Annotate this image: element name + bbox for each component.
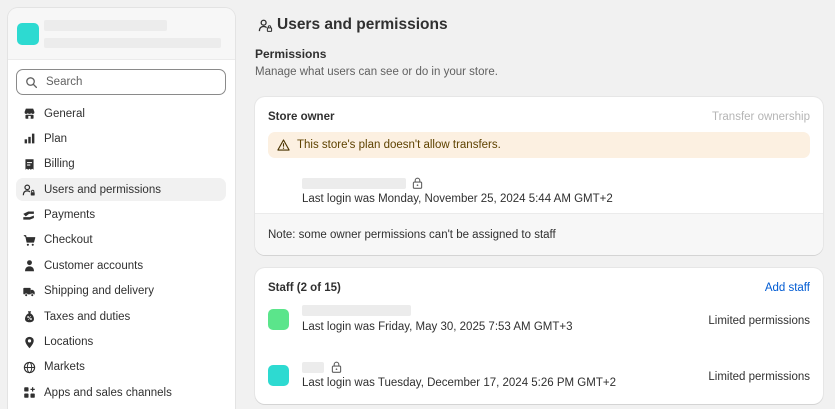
search-placeholder: Search <box>46 76 83 88</box>
staff-avatar <box>268 365 289 386</box>
cart-icon <box>22 233 36 247</box>
sidebar-item-label: Customer accounts <box>44 259 144 272</box>
sidebar-item-label: Locations <box>44 336 94 349</box>
page-title-text: Users and permissions <box>277 16 448 33</box>
sidebar-item-taxes-and-duties[interactable]: % Taxes and duties <box>16 305 226 328</box>
sidebar-item-payments[interactable]: Payments <box>16 204 226 227</box>
page-title: Users and permissions <box>258 16 448 34</box>
person-icon <box>22 259 36 273</box>
svg-text:%: % <box>27 316 32 322</box>
staff-avatar <box>268 309 289 330</box>
staff-name-redacted <box>302 362 324 373</box>
sidebar-item-checkout[interactable]: Checkout <box>16 229 226 252</box>
section-title: Permissions <box>255 47 327 61</box>
sidebar-item-users-and-permissions[interactable]: Users and permissions <box>16 178 226 202</box>
section-description: Manage what users can see or do in your … <box>255 66 498 78</box>
settings-nav: General Plan Billing Users and permissio… <box>16 102 226 407</box>
staff-last-login: Last login was Tuesday, December 17, 202… <box>302 377 616 389</box>
card-title: Store owner <box>268 111 335 123</box>
sidebar-item-general[interactable]: General <box>16 102 226 125</box>
sidebar-item-apps-and-sales-channels[interactable]: Apps and sales channels <box>16 381 226 404</box>
staff-card: Staff (2 of 15) Add staff Last login was… <box>255 268 823 404</box>
sidebar-item-label: Payments <box>44 209 96 222</box>
sidebar-item-label: Shipping and delivery <box>44 285 154 298</box>
sidebar-item-locations[interactable]: Locations <box>16 331 226 354</box>
sidebar-item-plan[interactable]: Plan <box>16 127 226 150</box>
warning-text: This store's plan doesn't allow transfer… <box>297 139 501 151</box>
payments-icon <box>22 208 36 222</box>
plan-icon <box>22 132 36 146</box>
search-icon <box>26 76 38 88</box>
apps-icon <box>22 386 36 400</box>
store-avatar <box>17 23 39 45</box>
lock-icon <box>412 177 423 189</box>
sidebar-item-shipping-and-delivery[interactable]: Shipping and delivery <box>16 280 226 303</box>
staff-permissions: Limited permissions <box>708 315 810 327</box>
sidebar-item-label: Plan <box>44 132 68 145</box>
billing-icon <box>22 157 36 171</box>
truck-icon <box>22 284 36 298</box>
sidebar-item-label: Apps and sales channels <box>44 386 172 399</box>
sidebar-item-label: Taxes and duties <box>44 310 131 323</box>
owner-last-login: Last login was Monday, November 25, 2024… <box>302 193 613 205</box>
staff-row[interactable]: Last login was Friday, May 30, 2025 7:53… <box>268 305 810 341</box>
globe-icon <box>22 360 36 374</box>
transfer-ownership-button[interactable]: Transfer ownership <box>712 111 810 123</box>
search-input[interactable]: Search <box>16 69 226 95</box>
users-icon <box>258 18 273 33</box>
taxes-icon: % <box>22 310 36 324</box>
main-content: Users and permissions Permissions Manage… <box>255 0 835 409</box>
store-name-redacted <box>44 20 167 31</box>
staff-permissions: Limited permissions <box>708 371 810 383</box>
store-url-redacted <box>44 38 221 48</box>
sidebar-item-customer-accounts[interactable]: Customer accounts <box>16 254 226 277</box>
location-icon <box>22 335 36 349</box>
sidebar-item-label: Markets <box>44 361 85 374</box>
owner-row[interactable]: Last login was Monday, November 25, 2024… <box>302 177 613 205</box>
sidebar-item-label: General <box>44 107 85 120</box>
staff-name-redacted <box>302 305 411 316</box>
warning-banner: This store's plan doesn't allow transfer… <box>268 132 810 158</box>
staff-row[interactable]: Last login was Tuesday, December 17, 202… <box>268 361 810 397</box>
sidebar-item-label: Users and permissions <box>44 183 161 196</box>
sidebar-item-markets[interactable]: Markets <box>16 356 226 379</box>
owner-name-redacted <box>302 177 406 189</box>
sidebar-item-billing[interactable]: Billing <box>16 153 226 176</box>
users-icon <box>22 183 36 197</box>
settings-sidebar: Search General Plan Billing Users and pe… <box>8 8 235 409</box>
warning-icon <box>277 139 290 151</box>
card-header: Store owner Transfer ownership <box>268 111 810 123</box>
card-header: Staff (2 of 15) Add staff <box>268 282 810 294</box>
staff-last-login: Last login was Friday, May 30, 2025 7:53… <box>302 321 573 333</box>
add-staff-button[interactable]: Add staff <box>765 282 810 294</box>
lock-icon <box>331 361 342 373</box>
store-header[interactable] <box>8 8 235 60</box>
store-owner-card: Store owner Transfer ownership This stor… <box>255 97 823 255</box>
sidebar-item-label: Billing <box>44 158 75 171</box>
card-title: Staff (2 of 15) <box>268 282 341 294</box>
owner-note: Note: some owner permissions can't be as… <box>255 213 823 255</box>
store-icon <box>22 107 36 121</box>
sidebar-item-label: Checkout <box>44 234 93 247</box>
